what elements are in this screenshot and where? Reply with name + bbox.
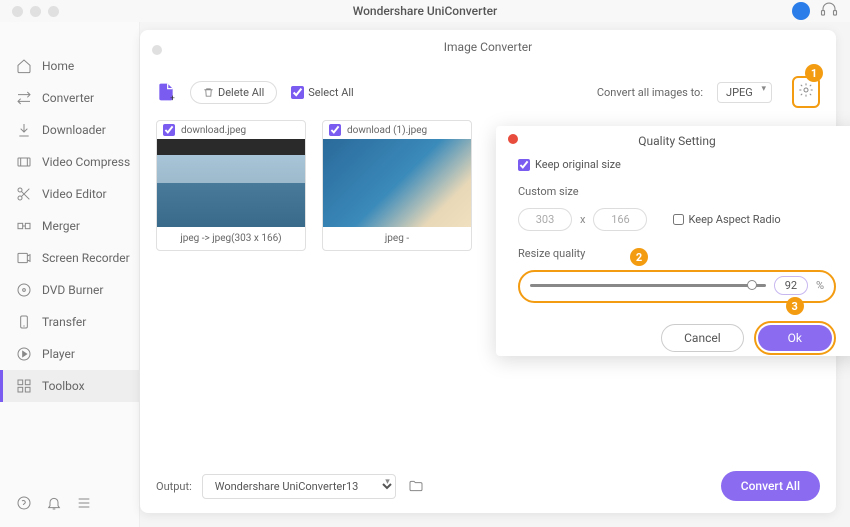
sidebar-item-converter[interactable]: Converter	[0, 82, 139, 114]
add-file-icon[interactable]: +	[156, 82, 176, 102]
thumbnail-caption: jpeg -	[323, 227, 471, 250]
quality-slider[interactable]	[530, 284, 766, 287]
width-input[interactable]	[518, 208, 572, 231]
bell-icon[interactable]	[46, 495, 62, 515]
output-path-select[interactable]: Wondershare UniConverter13	[202, 474, 396, 499]
slider-thumb[interactable]	[747, 280, 757, 290]
ok-button[interactable]: Ok	[758, 325, 832, 351]
ok-button-wrap: 3 Ok	[754, 321, 836, 355]
svg-text:+: +	[170, 93, 175, 102]
delete-all-label: Delete All	[218, 86, 264, 99]
size-x-icon: x	[580, 213, 585, 226]
thumbnail-image	[323, 139, 471, 227]
toolbar: + Delete All Select All Convert all imag…	[140, 70, 836, 120]
traffic-min[interactable]	[30, 6, 41, 17]
help-icon[interactable]	[16, 495, 32, 515]
merge-icon	[16, 218, 32, 234]
sidebar-item-label: Downloader	[42, 123, 106, 137]
sidebar-item-video-compress[interactable]: Video Compress	[0, 146, 139, 178]
quality-value-input[interactable]	[774, 276, 808, 295]
modal-actions: Cancel 3 Ok	[496, 303, 850, 355]
modal-close-icon[interactable]	[508, 134, 518, 144]
record-icon	[16, 250, 32, 266]
sidebar-item-label: Toolbox	[42, 379, 85, 393]
home-icon	[16, 58, 32, 74]
thumbnail-caption: jpeg -> jpeg(303 x 166)	[157, 227, 305, 250]
panel-footer: Output: Wondershare UniConverter13 Conve…	[156, 471, 820, 501]
sidebar-item-label: Merger	[42, 219, 80, 233]
sidebar-item-label: Video Editor	[42, 187, 107, 201]
thumbnail-filename: download.jpeg	[181, 125, 246, 136]
sidebar-item-label: Transfer	[42, 315, 86, 329]
sidebar-item-label: Home	[42, 59, 74, 73]
sidebar-item-label: Converter	[42, 91, 94, 105]
compress-icon	[16, 154, 32, 170]
sidebar-item-player[interactable]: Player	[0, 338, 139, 370]
traffic-close[interactable]	[12, 6, 23, 17]
converter-icon	[16, 90, 32, 106]
play-icon	[16, 346, 32, 362]
callout-badge-3: 3	[786, 297, 804, 315]
convert-to-label: Convert all images to:	[597, 86, 703, 99]
height-input[interactable]	[593, 208, 647, 231]
support-icon[interactable]	[820, 0, 838, 22]
open-folder-button[interactable]	[406, 476, 426, 496]
titlebar-right	[792, 0, 838, 22]
select-all-label: Select All	[308, 86, 353, 99]
thumbnail-checkbox[interactable]	[163, 124, 175, 136]
callout-badge-1: 1	[805, 64, 823, 82]
sidebar-item-label: Player	[42, 347, 75, 361]
keep-aspect-label: Keep Aspect Radio	[688, 213, 780, 226]
app-titlebar: Wondershare UniConverter	[0, 0, 850, 22]
app-title: Wondershare UniConverter	[353, 4, 498, 18]
transfer-icon	[16, 314, 32, 330]
thumbnail-card[interactable]: download (1).jpeg jpeg -	[322, 120, 472, 251]
cancel-button[interactable]: Cancel	[661, 324, 744, 352]
sidebar-item-label: Video Compress	[42, 155, 130, 169]
percent-label: %	[816, 279, 824, 292]
scissors-icon	[16, 186, 32, 202]
sidebar-item-downloader[interactable]: Downloader	[0, 114, 139, 146]
download-icon	[16, 122, 32, 138]
thumbnail-image	[157, 139, 305, 227]
sidebar-item-transfer[interactable]: Transfer	[0, 306, 139, 338]
quality-settings-button[interactable]: 1	[792, 76, 820, 108]
sidebar-item-merger[interactable]: Merger	[0, 210, 139, 242]
user-avatar[interactable]	[792, 2, 810, 20]
keep-original-label: Keep original size	[535, 158, 621, 171]
sidebar-bottom	[0, 483, 139, 527]
thumbnail-checkbox[interactable]	[329, 124, 341, 136]
resize-quality-label: Resize quality	[518, 247, 836, 260]
thumbnail-filename: download (1).jpeg	[347, 125, 427, 136]
modal-title: Quality Setting	[496, 126, 850, 158]
panel-header: Image Converter	[140, 30, 836, 70]
sidebar-item-screen-recorder[interactable]: Screen Recorder	[0, 242, 139, 274]
sidebar-item-video-editor[interactable]: Video Editor	[0, 178, 139, 210]
sidebar-item-label: DVD Burner	[42, 283, 103, 297]
keep-aspect-checkbox[interactable]: Keep Aspect Radio	[673, 213, 780, 226]
format-select[interactable]: JPEG	[717, 82, 772, 103]
thumbnail-card[interactable]: download.jpeg jpeg -> jpeg(303 x 166)	[156, 120, 306, 251]
sidebar-item-dvd-burner[interactable]: DVD Burner	[0, 274, 139, 306]
sidebar-item-home[interactable]: Home	[0, 50, 139, 82]
output-label: Output:	[156, 480, 192, 493]
delete-all-button[interactable]: Delete All	[190, 81, 277, 104]
callout-badge-2: 2	[630, 248, 648, 266]
menu-icon[interactable]	[76, 495, 92, 515]
image-converter-panel: Image Converter + Delete All Select All …	[140, 30, 836, 513]
sidebar-item-label: Screen Recorder	[42, 251, 130, 265]
panel-title: Image Converter	[444, 40, 533, 54]
keep-original-checkbox[interactable]: Keep original size	[518, 158, 836, 171]
toolbox-icon	[16, 378, 32, 394]
disc-icon	[16, 282, 32, 298]
custom-size-label: Custom size	[518, 185, 836, 198]
sidebar: Home Converter Downloader Video Compress…	[0, 22, 140, 527]
quality-setting-modal: Quality Setting Keep original size Custo…	[496, 126, 850, 356]
traffic-max[interactable]	[48, 6, 59, 17]
sidebar-item-toolbox[interactable]: Toolbox	[0, 370, 139, 402]
convert-all-button[interactable]: Convert All	[721, 471, 820, 501]
select-all-checkbox[interactable]: Select All	[291, 86, 353, 99]
panel-close-icon[interactable]	[152, 45, 162, 55]
traffic-lights	[12, 6, 59, 17]
